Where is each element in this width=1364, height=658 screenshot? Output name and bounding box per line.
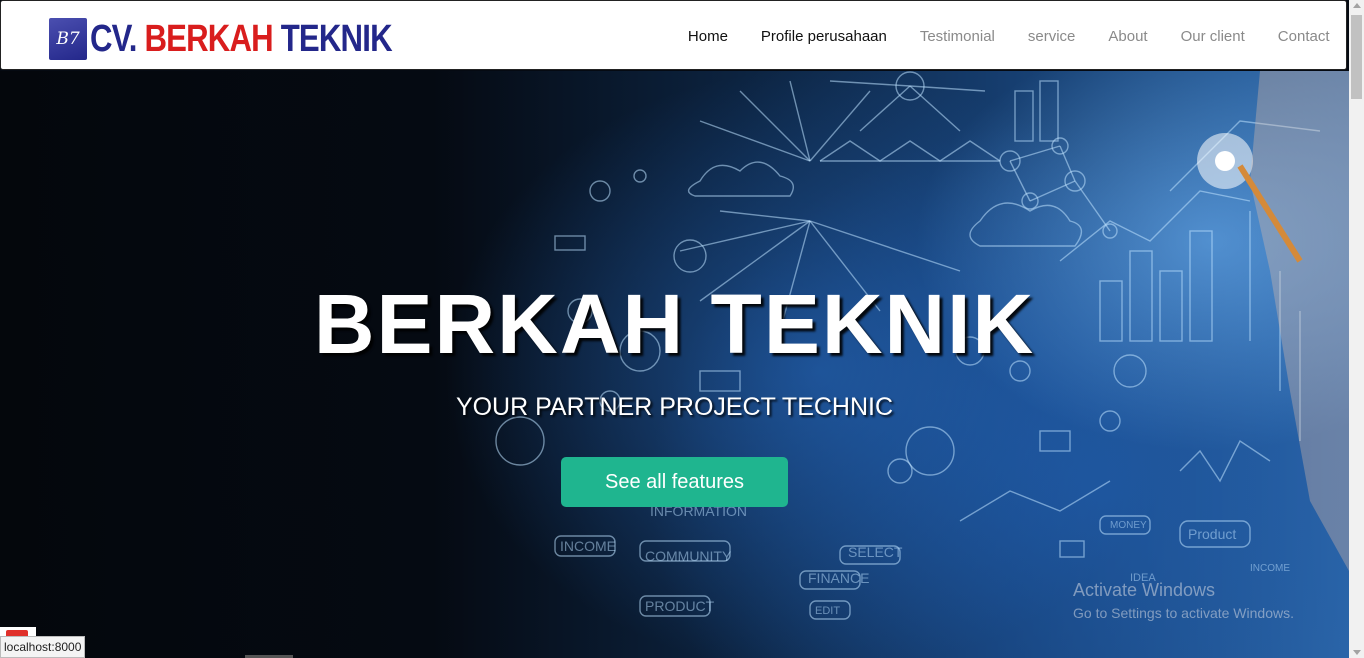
hero-section: INFORMATION COMMUNITY INCOME PRODUCT FIN… — [0, 71, 1349, 658]
nav-our-client[interactable]: Our client — [1181, 28, 1245, 45]
watermark-title: Activate Windows — [1073, 580, 1216, 600]
status-bar-url: localhost:8000 — [0, 636, 86, 658]
art-word-money: MONEY — [1110, 520, 1147, 531]
brand-berkah: BERKAH — [144, 18, 273, 60]
art-word-finance: FINANCE — [808, 570, 869, 586]
hero-title: BERKAH TEKNIK — [313, 277, 1036, 371]
art-word-select: SELECT — [848, 544, 903, 560]
nav-contact[interactable]: Contact — [1278, 28, 1330, 45]
scroll-thumb[interactable] — [1351, 15, 1362, 99]
logo-mark-icon: B7 — [49, 18, 87, 60]
art-word-community: COMMUNITY — [645, 548, 732, 564]
nav-about[interactable]: About — [1108, 28, 1147, 45]
art-word-income-2: INCOME — [1250, 563, 1290, 574]
page-scrollbar[interactable] — [1349, 0, 1364, 658]
see-all-features-button[interactable]: See all features — [561, 457, 788, 507]
main-nav: Home Profile perusahaan Testimonial serv… — [671, 1, 1346, 71]
brand-logo[interactable]: B7 CV. BERKAH TEKNIK — [49, 17, 458, 61]
brand-teknik: TEKNIK — [280, 18, 393, 60]
art-word-product-2: Product — [1188, 526, 1236, 542]
hero-subtitle: YOUR PARTNER PROJECT TECHNIC — [455, 393, 894, 421]
nav-profile-perusahaan[interactable]: Profile perusahaan — [761, 28, 887, 45]
nav-testimonial[interactable]: Testimonial — [920, 28, 995, 45]
scroll-down-arrow-icon[interactable] — [1353, 650, 1361, 655]
scroll-up-arrow-icon[interactable] — [1353, 3, 1361, 8]
nav-home[interactable]: Home — [688, 28, 728, 45]
nav-service[interactable]: service — [1028, 28, 1076, 45]
art-word-income: INCOME — [560, 538, 616, 554]
art-word-edit: EDIT — [815, 605, 840, 617]
art-word-product: PRODUCT — [645, 598, 715, 614]
brand-name: CV. BERKAH TEKNIK — [90, 17, 393, 61]
activate-windows-watermark: Activate Windows Go to Settings to activ… — [1073, 580, 1294, 621]
watermark-subtitle: Go to Settings to activate Windows. — [1073, 605, 1294, 621]
navbar: B7 CV. BERKAH TEKNIK Home Profile perusa… — [0, 0, 1347, 70]
brand-cv: CV. — [90, 18, 137, 60]
